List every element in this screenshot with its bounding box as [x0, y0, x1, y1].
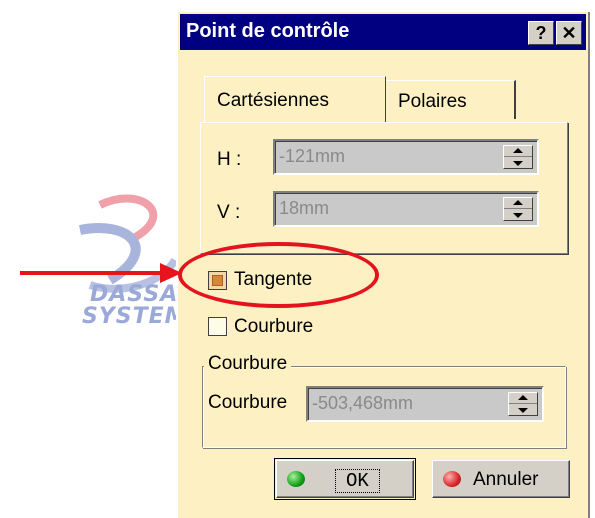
h-spinner[interactable]: [503, 145, 533, 169]
courbure-field[interactable]: -503,468mm: [306, 386, 544, 422]
h-value: -121mm: [279, 146, 346, 166]
h-field[interactable]: -121mm: [273, 139, 539, 175]
coordinates-panel: H : -121mm V : 18mm: [200, 122, 568, 254]
tab-polaires[interactable]: Polaires: [386, 80, 516, 119]
tab-cartesiennes[interactable]: Cartésiennes: [204, 76, 386, 123]
red-light-icon: [443, 471, 461, 487]
tab-cartesiennes-label: Cartésiennes: [217, 90, 329, 111]
v-label: V :: [217, 202, 241, 223]
help-button[interactable]: ?: [528, 21, 554, 45]
h-label: H :: [217, 149, 242, 170]
annotation-circle: [178, 242, 379, 308]
courbure-group-title: Courbure: [204, 353, 292, 375]
ok-label: OK: [335, 469, 380, 493]
close-button[interactable]: ✕: [556, 21, 582, 45]
cancel-label: Annuler: [473, 469, 539, 490]
courbure-value: -503,468mm: [312, 393, 414, 413]
dialog-title: Point de contrôle: [186, 20, 350, 42]
courbure-field-label: Courbure: [208, 392, 288, 413]
v-field[interactable]: 18mm: [273, 191, 539, 227]
courbure-spinner[interactable]: [508, 392, 538, 416]
courbure-checkbox[interactable]: [208, 317, 227, 336]
cancel-button[interactable]: Annuler: [432, 460, 570, 498]
ok-button[interactable]: OK: [274, 458, 416, 500]
title-bar[interactable]: Point de contrôle ? ✕: [180, 14, 586, 50]
annotation-arrow: [20, 271, 165, 275]
tab-polaires-label: Polaires: [398, 91, 467, 112]
courbure-checkbox-label: Courbure: [234, 316, 314, 337]
green-light-icon: [287, 471, 305, 487]
v-value: 18mm: [279, 198, 330, 218]
v-spinner[interactable]: [503, 197, 533, 221]
